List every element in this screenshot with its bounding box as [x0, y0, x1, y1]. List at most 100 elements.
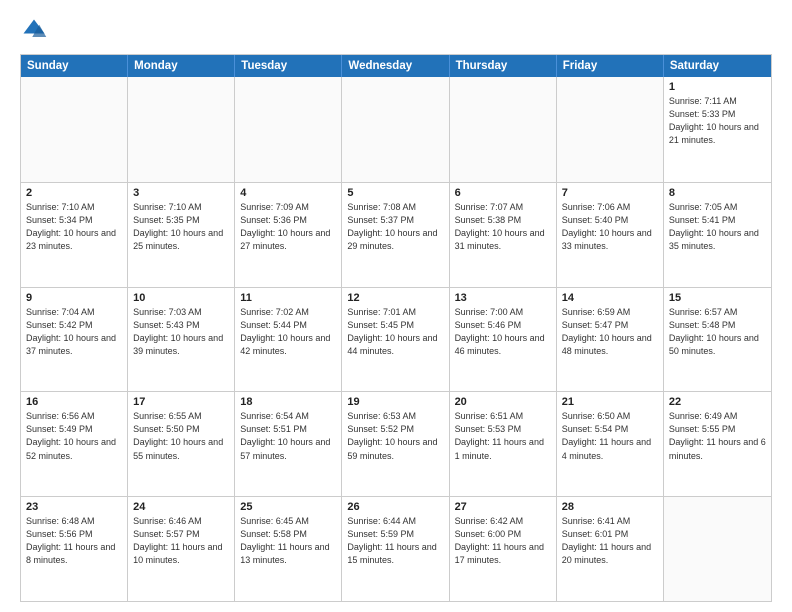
- cell-info-text: Sunrise: 6:51 AM Sunset: 5:53 PM Dayligh…: [455, 410, 551, 462]
- calendar-cell: 13 Sunrise: 7:00 AM Sunset: 5:46 PM Dayli…: [450, 288, 557, 392]
- calendar-week-3: 9 Sunrise: 7:04 AM Sunset: 5:42 PM Daylig…: [21, 287, 771, 392]
- weekday-header-tuesday: Tuesday: [235, 55, 342, 77]
- weekday-header-saturday: Saturday: [664, 55, 771, 77]
- calendar-header-row: SundayMondayTuesdayWednesdayThursdayFrid…: [21, 55, 771, 77]
- logo: [20, 16, 52, 44]
- calendar-cell: [235, 77, 342, 182]
- calendar-cell: [21, 77, 128, 182]
- cell-info-text: Sunrise: 7:10 AM Sunset: 5:34 PM Dayligh…: [26, 201, 122, 253]
- calendar-cell: 18 Sunrise: 6:54 AM Sunset: 5:51 PM Dayli…: [235, 392, 342, 496]
- cell-date-number: 12: [347, 292, 443, 304]
- cell-info-text: Sunrise: 7:08 AM Sunset: 5:37 PM Dayligh…: [347, 201, 443, 253]
- cell-date-number: 19: [347, 396, 443, 408]
- calendar-cell: 14 Sunrise: 6:59 AM Sunset: 5:47 PM Dayli…: [557, 288, 664, 392]
- cell-date-number: 13: [455, 292, 551, 304]
- calendar-cell: 4 Sunrise: 7:09 AM Sunset: 5:36 PM Daylig…: [235, 183, 342, 287]
- weekday-header-wednesday: Wednesday: [342, 55, 449, 77]
- cell-date-number: 18: [240, 396, 336, 408]
- calendar-cell: 3 Sunrise: 7:10 AM Sunset: 5:35 PM Daylig…: [128, 183, 235, 287]
- cell-date-number: 26: [347, 501, 443, 513]
- cell-info-text: Sunrise: 6:57 AM Sunset: 5:48 PM Dayligh…: [669, 306, 766, 358]
- calendar-cell: [557, 77, 664, 182]
- page: SundayMondayTuesdayWednesdayThursdayFrid…: [0, 0, 792, 612]
- cell-date-number: 21: [562, 396, 658, 408]
- cell-date-number: 15: [669, 292, 766, 304]
- cell-date-number: 4: [240, 187, 336, 199]
- cell-info-text: Sunrise: 6:53 AM Sunset: 5:52 PM Dayligh…: [347, 410, 443, 462]
- calendar-week-4: 16 Sunrise: 6:56 AM Sunset: 5:49 PM Dayli…: [21, 391, 771, 496]
- cell-date-number: 24: [133, 501, 229, 513]
- cell-date-number: 6: [455, 187, 551, 199]
- cell-info-text: Sunrise: 6:59 AM Sunset: 5:47 PM Dayligh…: [562, 306, 658, 358]
- cell-date-number: 28: [562, 501, 658, 513]
- cell-info-text: Sunrise: 7:09 AM Sunset: 5:36 PM Dayligh…: [240, 201, 336, 253]
- cell-date-number: 22: [669, 396, 766, 408]
- cell-info-text: Sunrise: 6:54 AM Sunset: 5:51 PM Dayligh…: [240, 410, 336, 462]
- cell-date-number: 16: [26, 396, 122, 408]
- cell-info-text: Sunrise: 6:56 AM Sunset: 5:49 PM Dayligh…: [26, 410, 122, 462]
- calendar-cell: 28 Sunrise: 6:41 AM Sunset: 6:01 PM Dayli…: [557, 497, 664, 601]
- cell-info-text: Sunrise: 6:50 AM Sunset: 5:54 PM Dayligh…: [562, 410, 658, 462]
- cell-date-number: 23: [26, 501, 122, 513]
- cell-date-number: 5: [347, 187, 443, 199]
- cell-info-text: Sunrise: 7:04 AM Sunset: 5:42 PM Dayligh…: [26, 306, 122, 358]
- cell-date-number: 17: [133, 396, 229, 408]
- calendar-cell: 20 Sunrise: 6:51 AM Sunset: 5:53 PM Dayli…: [450, 392, 557, 496]
- calendar-cell: 24 Sunrise: 6:46 AM Sunset: 5:57 PM Dayli…: [128, 497, 235, 601]
- calendar-cell: 7 Sunrise: 7:06 AM Sunset: 5:40 PM Daylig…: [557, 183, 664, 287]
- cell-info-text: Sunrise: 7:07 AM Sunset: 5:38 PM Dayligh…: [455, 201, 551, 253]
- cell-date-number: 7: [562, 187, 658, 199]
- cell-info-text: Sunrise: 6:55 AM Sunset: 5:50 PM Dayligh…: [133, 410, 229, 462]
- cell-date-number: 3: [133, 187, 229, 199]
- cell-date-number: 27: [455, 501, 551, 513]
- calendar-cell: [450, 77, 557, 182]
- cell-date-number: 14: [562, 292, 658, 304]
- calendar-cell: 15 Sunrise: 6:57 AM Sunset: 5:48 PM Dayli…: [664, 288, 771, 392]
- calendar-cell: 9 Sunrise: 7:04 AM Sunset: 5:42 PM Daylig…: [21, 288, 128, 392]
- cell-info-text: Sunrise: 7:05 AM Sunset: 5:41 PM Dayligh…: [669, 201, 766, 253]
- cell-date-number: 2: [26, 187, 122, 199]
- cell-info-text: Sunrise: 6:45 AM Sunset: 5:58 PM Dayligh…: [240, 515, 336, 567]
- calendar-cell: 12 Sunrise: 7:01 AM Sunset: 5:45 PM Dayli…: [342, 288, 449, 392]
- calendar-cell: 22 Sunrise: 6:49 AM Sunset: 5:55 PM Dayli…: [664, 392, 771, 496]
- cell-info-text: Sunrise: 7:03 AM Sunset: 5:43 PM Dayligh…: [133, 306, 229, 358]
- cell-info-text: Sunrise: 6:46 AM Sunset: 5:57 PM Dayligh…: [133, 515, 229, 567]
- calendar-cell: 6 Sunrise: 7:07 AM Sunset: 5:38 PM Daylig…: [450, 183, 557, 287]
- cell-info-text: Sunrise: 6:44 AM Sunset: 5:59 PM Dayligh…: [347, 515, 443, 567]
- cell-date-number: 1: [669, 81, 766, 93]
- cell-info-text: Sunrise: 7:11 AM Sunset: 5:33 PM Dayligh…: [669, 95, 766, 147]
- cell-info-text: Sunrise: 7:02 AM Sunset: 5:44 PM Dayligh…: [240, 306, 336, 358]
- cell-date-number: 25: [240, 501, 336, 513]
- calendar-body: 1 Sunrise: 7:11 AM Sunset: 5:33 PM Daylig…: [21, 77, 771, 601]
- cell-info-text: Sunrise: 7:10 AM Sunset: 5:35 PM Dayligh…: [133, 201, 229, 253]
- calendar-cell: 25 Sunrise: 6:45 AM Sunset: 5:58 PM Dayli…: [235, 497, 342, 601]
- calendar-cell: 17 Sunrise: 6:55 AM Sunset: 5:50 PM Dayli…: [128, 392, 235, 496]
- cell-info-text: Sunrise: 6:48 AM Sunset: 5:56 PM Dayligh…: [26, 515, 122, 567]
- calendar-cell: 1 Sunrise: 7:11 AM Sunset: 5:33 PM Daylig…: [664, 77, 771, 182]
- cell-date-number: 11: [240, 292, 336, 304]
- calendar-cell: 5 Sunrise: 7:08 AM Sunset: 5:37 PM Daylig…: [342, 183, 449, 287]
- calendar-week-2: 2 Sunrise: 7:10 AM Sunset: 5:34 PM Daylig…: [21, 182, 771, 287]
- cell-info-text: Sunrise: 6:49 AM Sunset: 5:55 PM Dayligh…: [669, 410, 766, 462]
- cell-date-number: 8: [669, 187, 766, 199]
- calendar-cell: 10Sunrise: 7:03 AM Sunset: 5:43 PM Dayli…: [128, 288, 235, 392]
- cell-date-number: 9: [26, 292, 122, 304]
- cell-info-text: Sunrise: 6:41 AM Sunset: 6:01 PM Dayligh…: [562, 515, 658, 567]
- calendar-cell: 19 Sunrise: 6:53 AM Sunset: 5:52 PM Dayli…: [342, 392, 449, 496]
- calendar-cell: 11 Sunrise: 7:02 AM Sunset: 5:44 PM Dayli…: [235, 288, 342, 392]
- cell-info-text: Sunrise: 7:06 AM Sunset: 5:40 PM Dayligh…: [562, 201, 658, 253]
- calendar-cell: 8 Sunrise: 7:05 AM Sunset: 5:41 PM Daylig…: [664, 183, 771, 287]
- calendar-cell: 23 Sunrise: 6:48 AM Sunset: 5:56 PM Dayli…: [21, 497, 128, 601]
- calendar-cell: 26 Sunrise: 6:44 AM Sunset: 5:59 PM Dayli…: [342, 497, 449, 601]
- cell-info-text: Sunrise: 7:01 AM Sunset: 5:45 PM Dayligh…: [347, 306, 443, 358]
- cell-info-text: Sunrise: 7:00 AM Sunset: 5:46 PM Dayligh…: [455, 306, 551, 358]
- weekday-header-monday: Monday: [128, 55, 235, 77]
- calendar-week-1: 1 Sunrise: 7:11 AM Sunset: 5:33 PM Daylig…: [21, 77, 771, 182]
- calendar-cell: [664, 497, 771, 601]
- cell-date-number: 20: [455, 396, 551, 408]
- calendar-cell: 27Sunrise: 6:42 AM Sunset: 6:00 PM Dayli…: [450, 497, 557, 601]
- calendar-cell: [128, 77, 235, 182]
- weekday-header-sunday: Sunday: [21, 55, 128, 77]
- calendar: SundayMondayTuesdayWednesdayThursdayFrid…: [20, 54, 772, 602]
- calendar-cell: [342, 77, 449, 182]
